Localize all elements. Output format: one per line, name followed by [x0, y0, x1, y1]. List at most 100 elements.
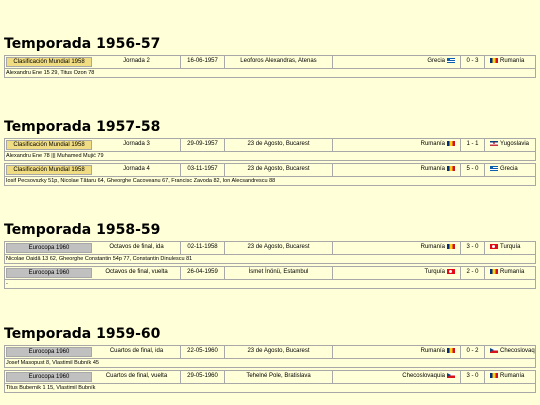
home-flag-icon: [447, 347, 455, 353]
round-cell: Jornada 4: [93, 164, 181, 176]
round-cell: Jornada 3: [93, 139, 181, 151]
round-cell: Cuartos de final, ida: [93, 346, 181, 358]
score-cell[interactable]: 0 - 3: [461, 56, 485, 68]
away-team-cell: Checoslovaquia: [485, 346, 535, 358]
away-team-name: Turquía: [500, 244, 521, 250]
match-block: Clasificación Mundial 1958 Jornada 3 29-…: [4, 138, 536, 161]
away-flag-icon: [490, 268, 498, 274]
venue-cell: 23 de Agosto, Bucarest: [225, 139, 333, 151]
score-cell[interactable]: 5 - 0: [461, 164, 485, 176]
home-flag-icon: [447, 140, 455, 146]
date-cell: 26-04-1959: [181, 267, 225, 279]
season-title: Temporada 1957-58: [4, 119, 161, 135]
home-team-name: Rumanía: [420, 244, 445, 250]
home-team-name: Turquía: [424, 269, 445, 275]
home-team-cell: Rumanía: [333, 242, 461, 254]
away-team-name: Rumanía: [500, 373, 525, 379]
away-flag-icon: [490, 140, 498, 146]
date-cell: 16-06-1957: [181, 56, 225, 68]
competition-badge[interactable]: Eurocopa 1960: [6, 347, 92, 357]
score-cell[interactable]: 1 - 1: [461, 139, 485, 151]
venue-cell: Tehelné Pole, Bratislava: [225, 371, 333, 383]
scorers-row: -: [4, 280, 536, 289]
score-cell[interactable]: 2 - 0: [461, 267, 485, 279]
match-row: Eurocopa 1960 Cuartos de final, vuelta 2…: [4, 370, 536, 384]
date-cell: 29-09-1957: [181, 139, 225, 151]
round-cell: Octavos de final, vuelta: [93, 267, 181, 279]
scorers-row: Alexandru Ene 15 29, Titus Ozon 78: [4, 69, 536, 78]
date-cell: 03-11-1957: [181, 164, 225, 176]
match-row: Clasificación Mundial 1958 Jornada 2 16-…: [4, 55, 536, 69]
home-team-name: Rumanía: [420, 166, 445, 172]
away-flag-icon: [490, 347, 498, 353]
season-section: Temporada 1959-60 Eurocopa 1960 Cuartos …: [4, 326, 536, 393]
competition-badge[interactable]: Clasificación Mundial 1958: [6, 140, 92, 150]
round-cell: Cuartos de final, vuelta: [93, 371, 181, 383]
home-team-name: Checoslovaquia: [402, 373, 445, 379]
away-team-cell: Rumanía: [485, 267, 535, 279]
match-row: Clasificación Mundial 1958 Jornada 3 29-…: [4, 138, 536, 152]
home-flag-icon: [447, 268, 455, 274]
season-title: Temporada 1958-59: [4, 222, 161, 238]
score-cell[interactable]: 3 - 0: [461, 371, 485, 383]
match-block: Eurocopa 1960 Cuartos de final, ida 22-0…: [4, 345, 536, 368]
season-title: Temporada 1959-60: [4, 326, 161, 342]
away-flag-icon: [490, 372, 498, 378]
away-team-cell: Rumanía: [485, 371, 535, 383]
round-cell: Jornada 2: [93, 56, 181, 68]
competition-badge[interactable]: Eurocopa 1960: [6, 372, 92, 382]
home-team-cell: Rumanía: [333, 346, 461, 358]
date-cell: 22-05-1960: [181, 346, 225, 358]
venue-cell: Leoforos Alexandras, Atenas: [225, 56, 333, 68]
scorers-row: Nicolae Oaidă 13 62, Gheorghe Constantin…: [4, 255, 536, 264]
away-team-name: Yugoslavia: [500, 141, 530, 147]
scorers-row: Iosif Pecsovszky 51p, Nicolae Tătaru 64,…: [4, 177, 536, 186]
competition-badge[interactable]: Clasificación Mundial 1958: [6, 165, 92, 175]
match-block: Eurocopa 1960 Cuartos de final, vuelta 2…: [4, 370, 536, 393]
score-cell[interactable]: 3 - 0: [461, 242, 485, 254]
competition-badge[interactable]: Eurocopa 1960: [6, 268, 92, 278]
season-title: Temporada 1956-57: [4, 36, 161, 52]
home-team-cell: Rumanía: [333, 164, 461, 176]
match-row: Eurocopa 1960 Cuartos de final, ida 22-0…: [4, 345, 536, 359]
away-team-name: Rumanía: [500, 58, 525, 64]
scorers-row: Titus Bubernik 1 15, Vlastimil Bubník: [4, 384, 536, 393]
away-flag-icon: [490, 57, 498, 63]
home-team-cell: Checoslovaquia: [333, 371, 461, 383]
round-cell: Octavos de final, ida: [93, 242, 181, 254]
away-flag-icon: [490, 243, 498, 249]
competition-badge[interactable]: Eurocopa 1960: [6, 243, 92, 253]
home-team-cell: Grecia: [333, 56, 461, 68]
away-team-name: Checoslovaquia: [500, 348, 535, 354]
match-block: Clasificación Mundial 1958 Jornada 4 03-…: [4, 163, 536, 186]
scorers-row: Josef Masopust 8, Vlastimil Bubník 45: [4, 359, 536, 368]
home-flag-icon: [447, 57, 455, 63]
season-section: Temporada 1956-57 Clasificación Mundial …: [4, 36, 536, 78]
scorers-row: Alexandru Ene 78 ||| Muhamed Mujić 79: [4, 152, 536, 161]
away-team-name: Rumanía: [500, 269, 525, 275]
match-block: Clasificación Mundial 1958 Jornada 2 16-…: [4, 55, 536, 78]
season-section: Temporada 1957-58 Clasificación Mundial …: [4, 119, 536, 186]
home-flag-icon: [447, 165, 455, 171]
match-block: Eurocopa 1960 Octavos de final, ida 02-1…: [4, 241, 536, 264]
venue-cell: İsmet İnönü, Estambul: [225, 267, 333, 279]
home-flag-icon: [447, 243, 455, 249]
home-team-name: Rumanía: [420, 141, 445, 147]
match-row: Clasificación Mundial 1958 Jornada 4 03-…: [4, 163, 536, 177]
match-row: Eurocopa 1960 Octavos de final, ida 02-1…: [4, 241, 536, 255]
date-cell: 02-11-1958: [181, 242, 225, 254]
home-team-cell: Rumanía: [333, 139, 461, 151]
away-flag-icon: [490, 165, 498, 171]
date-cell: 29-05-1960: [181, 371, 225, 383]
competition-badge[interactable]: Clasificación Mundial 1958: [6, 57, 92, 67]
home-team-cell: Turquía: [333, 267, 461, 279]
home-flag-icon: [447, 372, 455, 378]
season-section: Temporada 1958-59 Eurocopa 1960 Octavos …: [4, 222, 536, 289]
score-cell[interactable]: 0 - 2: [461, 346, 485, 358]
away-team-cell: Rumanía: [485, 56, 535, 68]
match-block: Eurocopa 1960 Octavos de final, vuelta 2…: [4, 266, 536, 289]
away-team-name: Grecia: [500, 166, 518, 172]
match-row: Eurocopa 1960 Octavos de final, vuelta 2…: [4, 266, 536, 280]
home-team-name: Grecia: [427, 58, 445, 64]
venue-cell: 23 de Agosto, Bucarest: [225, 242, 333, 254]
